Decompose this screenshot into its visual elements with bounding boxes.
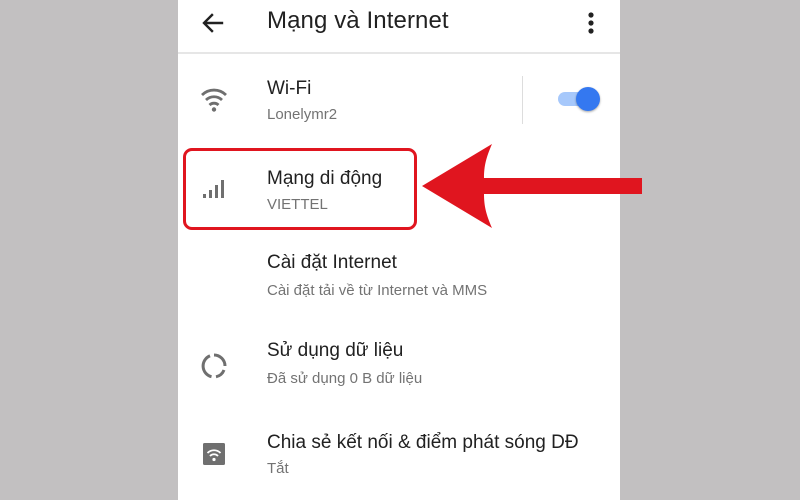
setting-subtitle: Lonelymr2	[267, 106, 338, 123]
more-vert-icon[interactable]	[586, 10, 596, 36]
appbar-divider	[178, 52, 620, 54]
settings-screen: Mạng và Internet Wi-Fi Lonelymr2 Mạng di…	[178, 0, 620, 500]
setting-subtitle: Tắt	[267, 460, 289, 477]
setting-item-data-usage[interactable]: Sử dụng dữ liệu Đã sử dụng 0 B dữ liệu	[178, 326, 620, 406]
highlight-box	[183, 148, 417, 230]
toggle-thumb	[576, 87, 600, 111]
setting-item-wifi[interactable]: Wi-Fi Lonelymr2	[178, 62, 620, 142]
page-title: Mạng và Internet	[267, 7, 449, 34]
hotspot-icon	[203, 443, 225, 465]
setting-label: Cài đặt Internet	[267, 252, 397, 273]
data-usage-icon	[201, 353, 227, 379]
wifi-toggle[interactable]	[558, 86, 600, 112]
red-arrow-annotation	[422, 144, 642, 228]
setting-item-internet-settings[interactable]: Cài đặt Internet Cài đặt tải về từ Inter…	[178, 238, 620, 318]
setting-label: Wi-Fi	[267, 78, 312, 99]
setting-label: Chia sẻ kết nối & điểm phát sóng DĐ	[267, 432, 579, 453]
setting-subtitle: Đã sử dụng 0 B dữ liệu	[267, 370, 423, 387]
app-bar: Mạng và Internet	[178, 0, 620, 46]
toggle-separator	[522, 76, 523, 124]
setting-label: Sử dụng dữ liệu	[267, 340, 404, 361]
wifi-icon	[201, 88, 227, 112]
arrow-back-icon[interactable]	[200, 10, 226, 36]
setting-item-hotspot[interactable]: Chia sẻ kết nối & điểm phát sóng DĐ Tắt	[178, 414, 620, 494]
setting-subtitle: Cài đặt tải về từ Internet và MMS	[267, 282, 488, 299]
